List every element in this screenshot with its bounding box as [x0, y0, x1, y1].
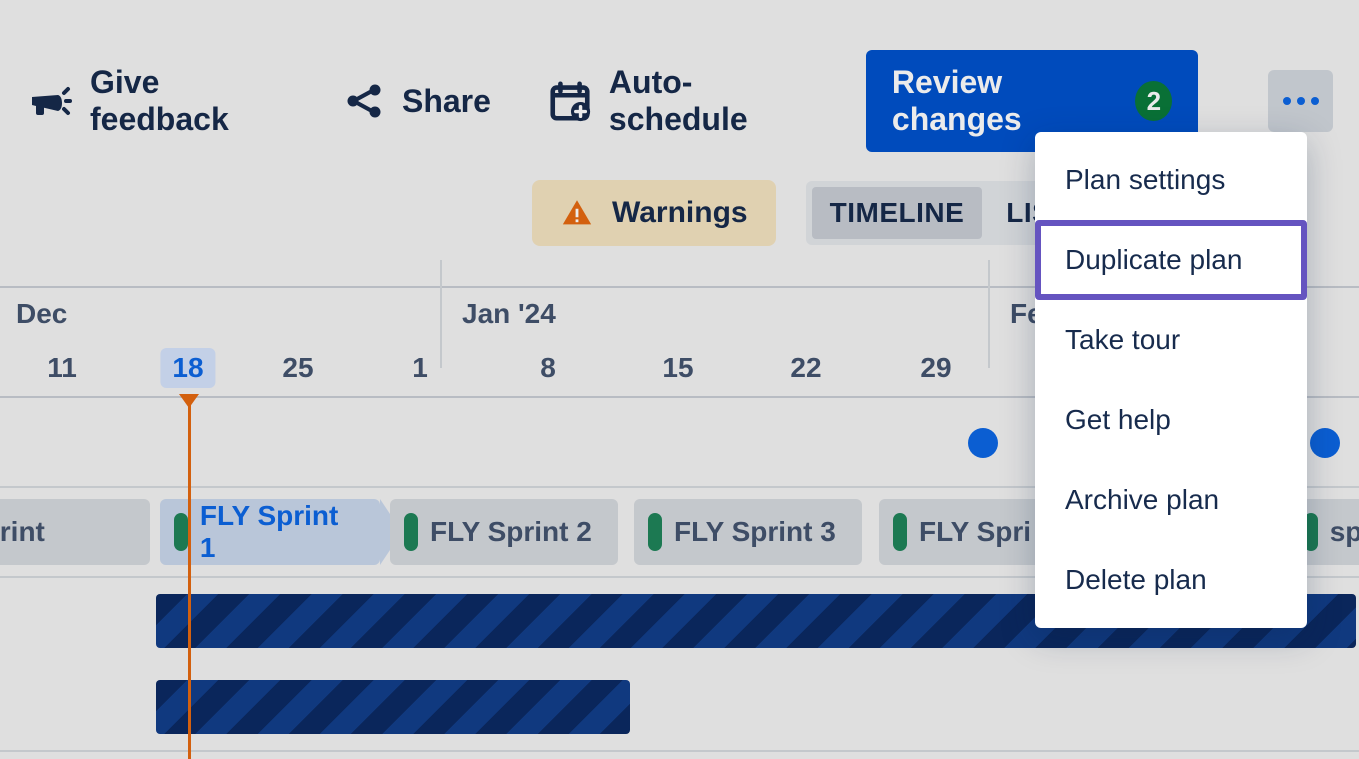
day-label: 25	[282, 352, 313, 384]
menu-item-take-tour[interactable]: Take tour	[1035, 300, 1307, 380]
month-label: Dec	[16, 298, 67, 330]
today-marker	[188, 398, 191, 759]
status-indicator	[893, 513, 907, 551]
warning-icon	[560, 196, 594, 230]
task-bar[interactable]	[156, 680, 630, 734]
day-label: 11	[47, 352, 77, 384]
auto-schedule-button[interactable]: Auto-schedule	[547, 64, 810, 138]
menu-item-plan-settings[interactable]: Plan settings	[1035, 140, 1307, 220]
auto-schedule-label: Auto-schedule	[609, 64, 810, 138]
sprint-chip[interactable]: t sprint	[0, 499, 150, 565]
share-icon	[342, 79, 386, 123]
status-indicator	[174, 513, 188, 551]
sprint-label: spr…	[1330, 516, 1359, 548]
sprint-label: FLY Sprint 1	[200, 500, 360, 564]
day-label: 1	[412, 352, 428, 384]
more-actions-button[interactable]	[1268, 70, 1333, 132]
ellipsis-icon	[1279, 95, 1323, 107]
day-label: 8	[540, 352, 556, 384]
menu-item-get-help[interactable]: Get help	[1035, 380, 1307, 460]
sprint-chip[interactable]: FLY Spri	[879, 499, 1055, 565]
share-label: Share	[402, 83, 491, 120]
day-label: 15	[662, 352, 693, 384]
sprint-chip[interactable]: FLY Sprint 2	[390, 499, 618, 565]
status-indicator	[648, 513, 662, 551]
sprint-label: FLY Spri	[919, 516, 1031, 548]
menu-item-duplicate-plan[interactable]: Duplicate plan	[1035, 220, 1307, 300]
day-label: 18	[160, 348, 215, 388]
give-feedback-button[interactable]: Give feedback	[26, 64, 286, 138]
review-changes-label: Review changes	[892, 64, 1121, 138]
day-label: 29	[920, 352, 951, 384]
status-indicator	[404, 513, 418, 551]
sprint-label: FLY Sprint 3	[674, 516, 836, 548]
give-feedback-label: Give feedback	[90, 64, 286, 138]
megaphone-icon	[26, 77, 74, 125]
timeline-view-button[interactable]: TIMELINE	[812, 187, 983, 239]
warnings-label: Warnings	[612, 196, 748, 230]
calendar-plus-icon	[547, 78, 593, 124]
sprint-label: FLY Sprint 2	[430, 516, 592, 548]
menu-item-delete-plan[interactable]: Delete plan	[1035, 540, 1307, 620]
warnings-button[interactable]: Warnings	[532, 180, 776, 246]
sprint-chip[interactable]: FLY Sprint 1	[160, 499, 380, 565]
review-changes-count: 2	[1135, 81, 1172, 121]
day-label: 22	[790, 352, 821, 384]
sprint-label: t sprint	[0, 516, 45, 548]
milestone-dot[interactable]	[1310, 428, 1340, 458]
milestone-dot[interactable]	[968, 428, 998, 458]
more-actions-menu: Plan settingsDuplicate planTake tourGet …	[1035, 132, 1307, 628]
share-button[interactable]: Share	[342, 79, 491, 123]
menu-item-archive-plan[interactable]: Archive plan	[1035, 460, 1307, 540]
sprint-chip[interactable]: FLY Sprint 3	[634, 499, 862, 565]
